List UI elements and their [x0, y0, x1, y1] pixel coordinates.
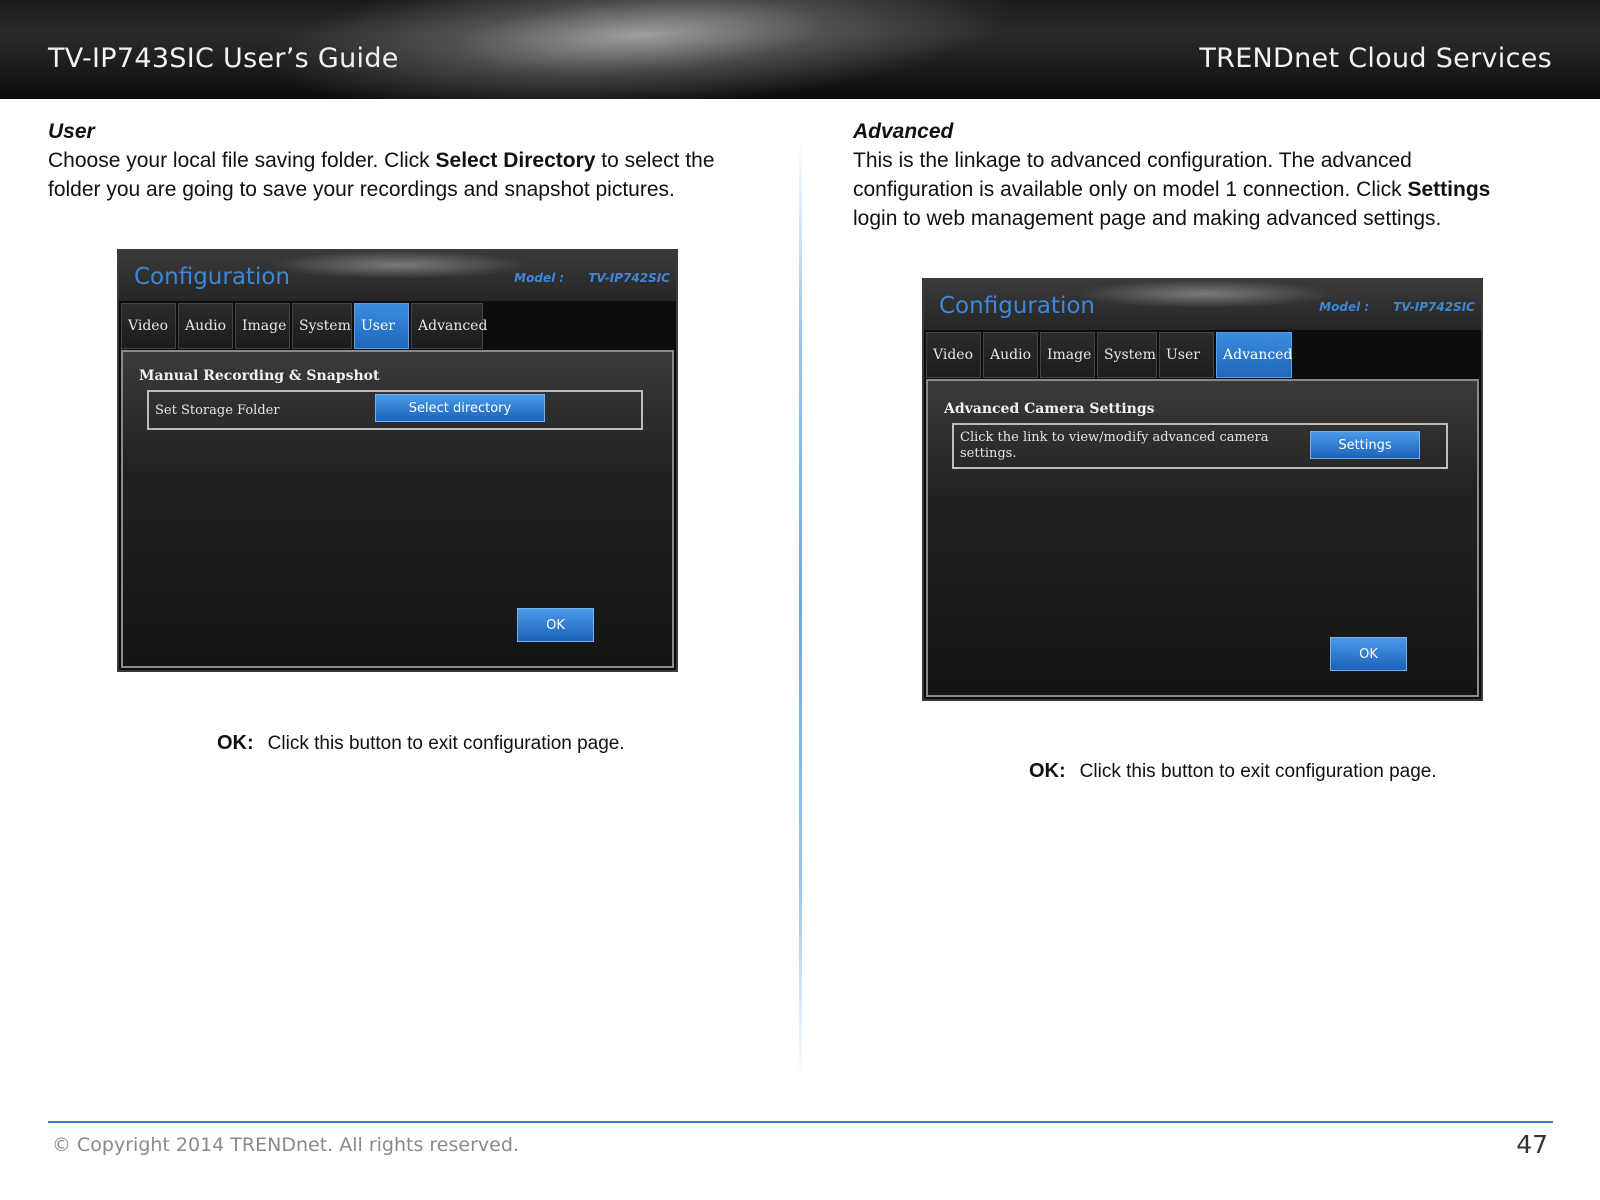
model-label: Model : — [514, 271, 565, 285]
ok-button[interactable]: OK — [1330, 637, 1407, 671]
column-divider — [799, 140, 802, 1080]
guide-title: TV-IP743SIC User’s Guide — [48, 43, 399, 74]
caption-key: OK: — [217, 732, 254, 754]
advanced-section: Advanced This is the linkage to advanced… — [853, 120, 1533, 233]
tab-video[interactable]: Video — [121, 303, 176, 349]
user-section: User Choose your local file saving folde… — [48, 120, 748, 204]
user-ok-caption: OK: Click this button to exit configurati… — [217, 732, 625, 755]
advanced-desc-bold: Settings — [1407, 178, 1491, 201]
caption-text: Click this button to exit configuration … — [1079, 761, 1437, 782]
model-value: TV-IP742SIC — [588, 271, 670, 285]
tab-system[interactable]: System — [1097, 332, 1157, 378]
config-title: Configuration — [939, 293, 1095, 319]
model-value: TV-IP742SIC — [1393, 300, 1475, 314]
config-title: Configuration — [134, 264, 290, 290]
config-tabs: Video Audio Image System User Advanced — [926, 332, 1292, 378]
ok-button[interactable]: OK — [517, 608, 594, 642]
advanced-ok-caption: OK: Click this button to exit configurati… — [1029, 760, 1437, 783]
select-directory-button[interactable]: Select directory — [375, 394, 545, 422]
user-config-screenshot: Configuration Model : TV-IP742SIC Video A… — [117, 249, 678, 672]
tab-advanced[interactable]: Advanced — [411, 303, 487, 349]
tab-user[interactable]: User — [1159, 332, 1214, 378]
model-info: Model : TV-IP742SIC — [1295, 300, 1475, 314]
advanced-config-screenshot: Configuration Model : TV-IP742SIC Video A… — [922, 278, 1483, 701]
tab-image[interactable]: Image — [1040, 332, 1095, 378]
copyright: © Copyright 2014 TRENDnet. All rights re… — [52, 1134, 519, 1156]
model-label: Model : — [1319, 300, 1370, 314]
advanced-settings-label: Click the link to view/modify advanced c… — [960, 430, 1269, 461]
config-titlebar: Configuration Model : TV-IP742SIC — [924, 280, 1481, 330]
advanced-heading: Advanced — [853, 120, 954, 143]
config-panel: Manual Recording & Snapshot Set Storage … — [121, 350, 674, 668]
model-info: Model : TV-IP742SIC — [490, 271, 670, 285]
caption-text: Click this button to exit configuration … — [267, 733, 625, 754]
tab-advanced[interactable]: Advanced — [1216, 332, 1292, 378]
footer-rule — [48, 1121, 1553, 1123]
tab-system[interactable]: System — [292, 303, 352, 349]
user-heading: User — [48, 120, 95, 143]
tab-user[interactable]: User — [354, 303, 409, 349]
storage-folder-label: Set Storage Folder — [155, 402, 280, 418]
advanced-desc-post: login to web management page and making … — [853, 207, 1442, 230]
page-number: 47 — [1516, 1130, 1548, 1159]
tab-video[interactable]: Video — [926, 332, 981, 378]
page-header: TV-IP743SIC User’s Guide TRENDnet Cloud … — [0, 0, 1600, 99]
advanced-description: This is the linkage to advanced configur… — [853, 146, 1533, 233]
advanced-desc-pre: This is the linkage to advanced configur… — [853, 149, 1412, 201]
group-title: Advanced Camera Settings — [944, 401, 1155, 417]
tab-image[interactable]: Image — [235, 303, 290, 349]
settings-button[interactable]: Settings — [1310, 431, 1420, 459]
group-title: Manual Recording & Snapshot — [139, 368, 380, 384]
user-description: Choose your local file saving folder. Cl… — [48, 146, 748, 204]
section-name: TRENDnet Cloud Services — [1199, 43, 1552, 74]
tab-audio[interactable]: Audio — [178, 303, 233, 349]
caption-key: OK: — [1029, 760, 1066, 782]
user-desc-bold: Select Directory — [435, 149, 596, 172]
user-desc-pre: Choose your local file saving folder. Cl… — [48, 149, 436, 172]
config-tabs: Video Audio Image System User Advanced — [121, 303, 487, 349]
tab-audio[interactable]: Audio — [983, 332, 1038, 378]
config-panel: Advanced Camera Settings Click the link … — [926, 379, 1479, 697]
config-titlebar: Configuration Model : TV-IP742SIC — [119, 251, 676, 301]
